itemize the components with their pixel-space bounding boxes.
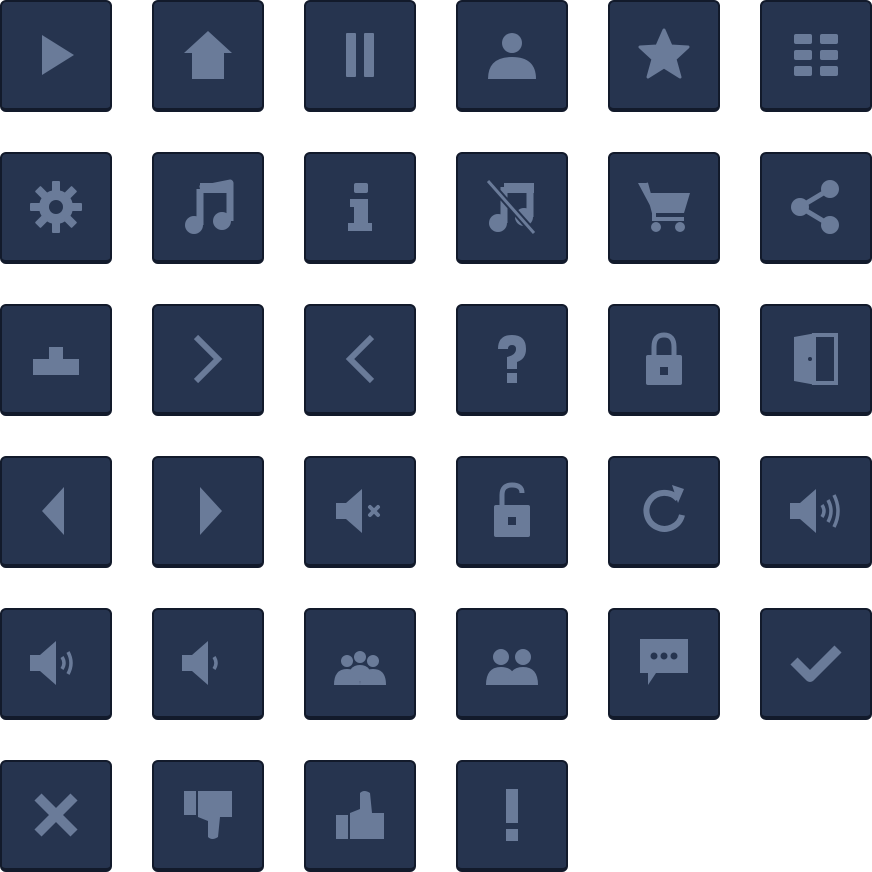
chevron-right-icon (193, 334, 223, 384)
lock-icon (646, 332, 682, 385)
thumbs-down-icon (184, 791, 232, 839)
checkmark-button[interactable] (760, 608, 872, 720)
restart-button[interactable] (608, 456, 720, 568)
volume-high-icon (790, 489, 840, 533)
gear-icon (30, 181, 82, 233)
exit-door-icon (794, 333, 838, 385)
volume-low-button[interactable] (152, 608, 264, 720)
close-button[interactable] (0, 760, 112, 872)
play-icon (42, 35, 74, 75)
home-icon (184, 31, 232, 79)
group-icon (334, 651, 386, 685)
star-icon (638, 28, 690, 79)
leaderboard-icon (33, 347, 79, 375)
info-button[interactable] (304, 152, 416, 264)
pause-button[interactable] (304, 0, 416, 112)
arrow-right-icon (200, 487, 222, 535)
multiplayer-icon (486, 649, 538, 685)
volume-medium-icon (30, 641, 73, 685)
gear-button[interactable] (0, 152, 112, 264)
star-button[interactable] (608, 0, 720, 112)
group-button[interactable] (304, 608, 416, 720)
music-icon (185, 179, 234, 234)
unlock-icon (494, 482, 530, 537)
chevron-left-icon (345, 334, 375, 384)
info-icon (348, 183, 372, 231)
chat-icon (640, 639, 688, 685)
volume-mute-button[interactable] (304, 456, 416, 568)
close-icon (34, 793, 78, 837)
volume-medium-button[interactable] (0, 608, 112, 720)
volume-low-icon (182, 641, 218, 685)
arrow-right-button[interactable] (152, 456, 264, 568)
user-icon (488, 33, 536, 79)
unlock-button[interactable] (456, 456, 568, 568)
icon-grid (0, 0, 872, 872)
checkmark-icon (790, 645, 842, 682)
chevron-left-button[interactable] (304, 304, 416, 416)
restart-icon (643, 485, 685, 532)
lock-button[interactable] (608, 304, 720, 416)
cart-icon (638, 182, 690, 232)
user-button[interactable] (456, 0, 568, 112)
home-button[interactable] (152, 0, 264, 112)
question-icon (498, 335, 526, 383)
thumbs-down-button[interactable] (152, 760, 264, 872)
music-button[interactable] (152, 152, 264, 264)
thumbs-up-button[interactable] (304, 760, 416, 872)
question-button[interactable] (456, 304, 568, 416)
grid-menu-button[interactable] (760, 0, 872, 112)
exclamation-button[interactable] (456, 760, 568, 872)
chevron-right-button[interactable] (152, 304, 264, 416)
share-icon (791, 180, 839, 234)
grid-menu-icon (794, 34, 838, 76)
play-button[interactable] (0, 0, 112, 112)
share-button[interactable] (760, 152, 872, 264)
cart-button[interactable] (608, 152, 720, 264)
music-off-icon (485, 178, 537, 236)
leaderboard-button[interactable] (0, 304, 112, 416)
chat-button[interactable] (608, 608, 720, 720)
thumbs-up-icon (336, 791, 384, 839)
exit-door-button[interactable] (760, 304, 872, 416)
multiplayer-button[interactable] (456, 608, 568, 720)
arrow-left-icon (42, 487, 64, 535)
volume-mute-icon (336, 489, 380, 533)
music-off-button[interactable] (456, 152, 568, 264)
exclamation-icon (506, 789, 518, 841)
volume-high-button[interactable] (760, 456, 872, 568)
arrow-left-button[interactable] (0, 456, 112, 568)
pause-icon (346, 33, 374, 77)
